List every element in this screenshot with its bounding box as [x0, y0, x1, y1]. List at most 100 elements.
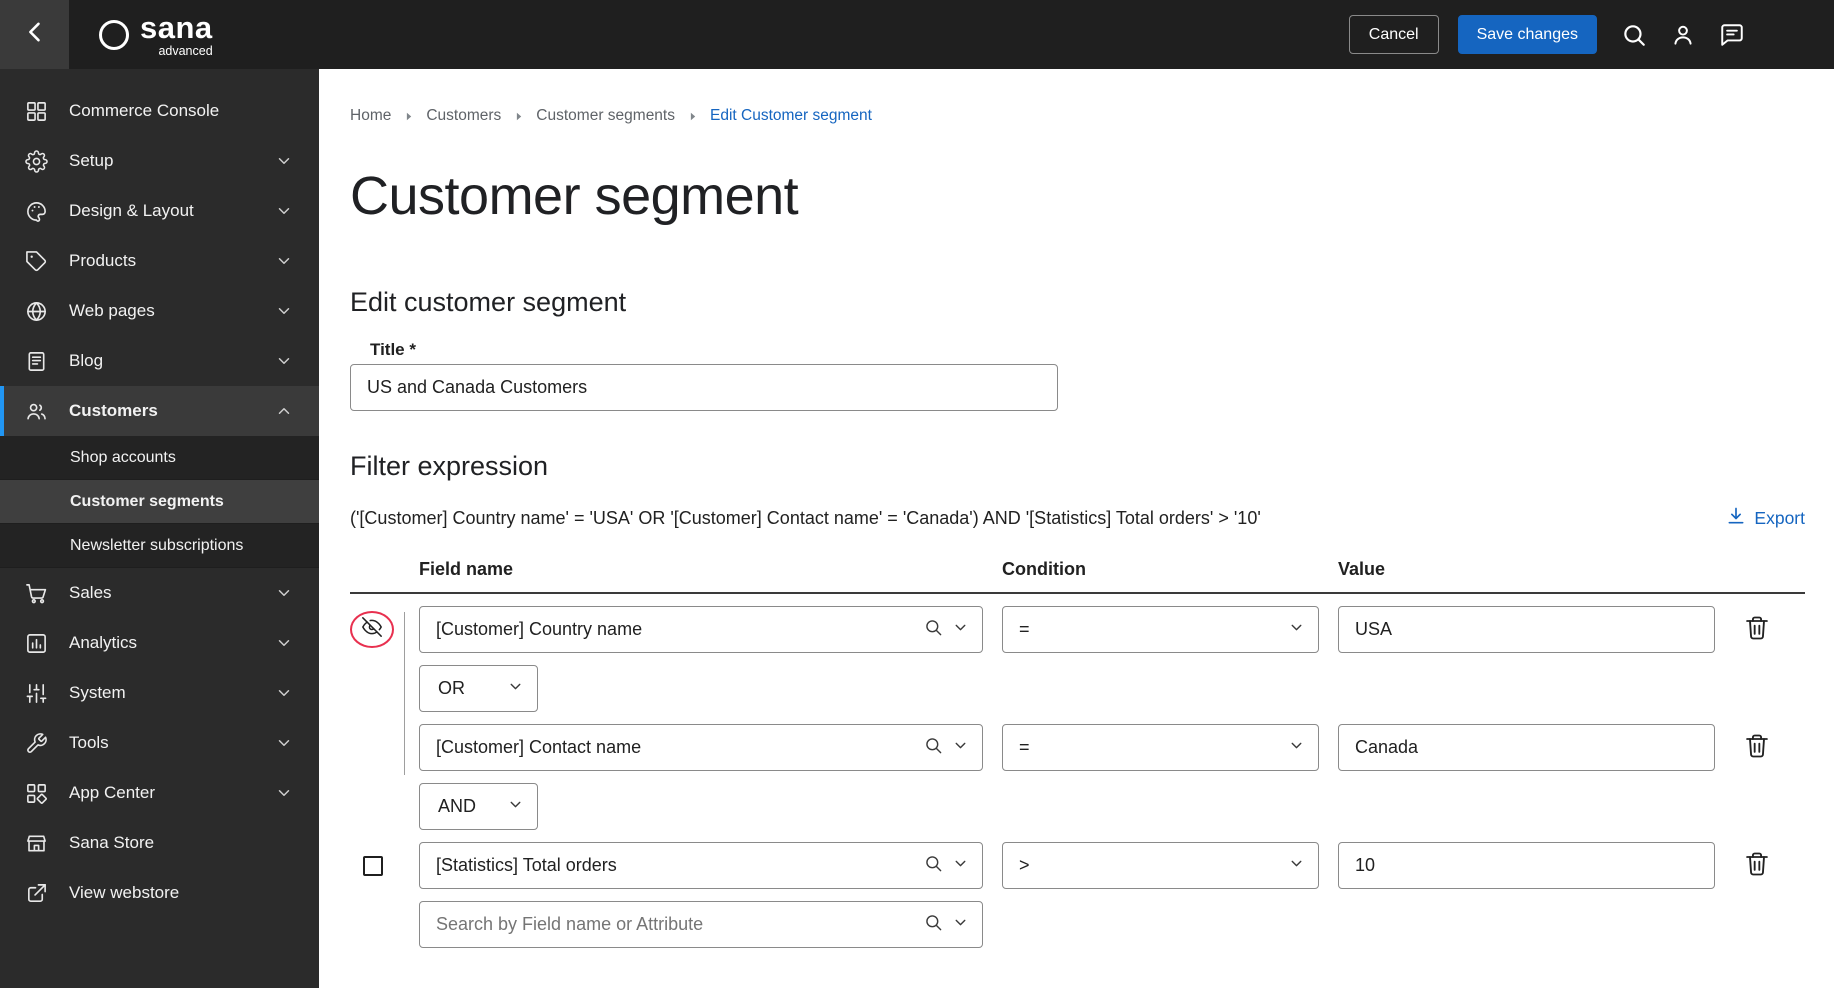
chevron-right-icon [512, 110, 525, 123]
annotation-circle[interactable] [350, 611, 394, 648]
filter-table-header: Field name Condition Value [350, 559, 1805, 592]
search-icon [924, 854, 943, 878]
column-header-condition: Condition [1002, 559, 1086, 579]
condition-select[interactable]: = [1002, 606, 1319, 653]
sidebar: Commerce Console Setup Design & Layout P… [0, 69, 319, 988]
breadcrumb-home[interactable]: Home [350, 107, 391, 125]
globe-icon [24, 299, 48, 323]
search-icon [924, 736, 943, 760]
title-field-label: Title * [370, 340, 416, 359]
filter-expression-text: ('[Customer] Country name' = 'USA' OR '[… [350, 508, 1261, 528]
sidebar-item-customers[interactable]: Customers [0, 386, 319, 436]
logo-text: sana [140, 9, 213, 45]
sidebar-item-analytics[interactable]: Analytics [0, 618, 319, 668]
edit-section-title: Edit customer segment [350, 287, 627, 317]
value-input[interactable] [1338, 724, 1715, 771]
feedback-chat-icon[interactable] [1707, 10, 1756, 59]
sliders-icon [24, 681, 48, 705]
breadcrumb-edit-customer-segment: Edit Customer segment [710, 107, 872, 124]
chevron-left-icon [21, 18, 49, 51]
chevron-down-icon [952, 737, 969, 759]
sidebar-item-commerce-console[interactable]: Commerce Console [0, 86, 319, 136]
sidebar-item-newsletter-subscriptions[interactable]: Newsletter subscriptions [0, 524, 319, 568]
cart-icon [24, 581, 48, 605]
back-button[interactable] [0, 0, 69, 69]
field-name-select[interactable]: [Customer] Country name [419, 606, 983, 653]
sidebar-item-web-pages[interactable]: Web pages [0, 286, 319, 336]
chevron-right-icon [402, 110, 415, 123]
store-icon [24, 831, 48, 855]
sidebar-item-shop-accounts[interactable]: Shop accounts [0, 436, 319, 480]
filter-section-title: Filter expression [350, 451, 549, 481]
chevron-down-icon [275, 734, 293, 752]
tag-icon [24, 249, 48, 273]
filter-row: [Customer] Country name = [350, 606, 1805, 653]
save-changes-button[interactable]: Save changes [1457, 15, 1597, 54]
delete-row-button[interactable] [1738, 611, 1776, 649]
value-input[interactable] [1338, 606, 1715, 653]
sidebar-item-tools[interactable]: Tools [0, 718, 319, 768]
sidebar-item-sana-store[interactable]: Sana Store [0, 818, 319, 868]
chevron-down-icon [275, 684, 293, 702]
trash-icon [1743, 614, 1771, 645]
column-header-value: Value [1338, 559, 1386, 579]
sidebar-item-app-center[interactable]: App Center [0, 768, 319, 818]
field-name-select[interactable]: [Statistics] Total orders [419, 842, 983, 889]
chevron-down-icon [275, 784, 293, 802]
trash-icon [1743, 732, 1771, 763]
wrench-icon [24, 731, 48, 755]
chevron-right-icon [686, 110, 699, 123]
bar-chart-icon [24, 631, 48, 655]
page-title: Customer segment [350, 166, 799, 226]
external-link-icon [24, 881, 48, 905]
sidebar-item-design-layout[interactable]: Design & Layout [0, 186, 319, 236]
value-input[interactable] [1338, 842, 1715, 889]
group-operator-select[interactable]: OR [419, 665, 538, 712]
search-icon [924, 913, 943, 937]
sidebar-item-products[interactable]: Products [0, 236, 319, 286]
chevron-down-icon [275, 202, 293, 220]
logo-subtext: advanced [158, 43, 213, 58]
field-search-select[interactable]: Search by Field name or Attribute [419, 901, 983, 948]
header-divider [350, 592, 1805, 594]
field-name-select[interactable]: [Customer] Contact name [419, 724, 983, 771]
chevron-down-icon [507, 796, 524, 818]
title-input[interactable] [350, 364, 1058, 411]
export-link[interactable]: Export [1726, 506, 1805, 531]
sana-logo: sana advanced [99, 12, 213, 58]
dashboard-grid-icon [24, 99, 48, 123]
row-checkbox[interactable] [363, 855, 383, 876]
sidebar-item-setup[interactable]: Setup [0, 136, 319, 186]
condition-select[interactable]: = [1002, 724, 1319, 771]
chevron-down-icon [275, 352, 293, 370]
breadcrumb-customers[interactable]: Customers [426, 107, 501, 125]
filter-expression-table: Field name Condition Value [Customer] Co… [350, 559, 1805, 948]
delete-row-button[interactable] [1738, 847, 1776, 885]
chevron-down-icon [275, 584, 293, 602]
condition-group: [Customer] Country name = USA OR [Custom… [350, 606, 1805, 775]
palette-icon [24, 199, 48, 223]
search-icon[interactable] [1609, 10, 1658, 59]
cancel-button[interactable]: Cancel [1348, 15, 1439, 54]
chevron-down-icon [952, 914, 969, 936]
condition-select[interactable]: > [1002, 842, 1319, 889]
gear-icon [24, 149, 48, 173]
sidebar-item-customer-segments[interactable]: Customer segments [0, 480, 319, 524]
app-grid-icon [24, 781, 48, 805]
sidebar-item-blog[interactable]: Blog [0, 336, 319, 386]
breadcrumb: Home Customers Customer segments Edit Cu… [350, 107, 1834, 125]
main-content: Home Customers Customer segments Edit Cu… [319, 69, 1834, 988]
breadcrumb-customer-segments[interactable]: Customer segments [536, 107, 675, 125]
chevron-down-icon [275, 634, 293, 652]
user-account-icon[interactable] [1658, 10, 1707, 59]
sidebar-item-system[interactable]: System [0, 668, 319, 718]
sidebar-item-sales[interactable]: Sales [0, 568, 319, 618]
delete-row-button[interactable] [1738, 729, 1776, 767]
sidebar-item-view-webstore[interactable]: View webstore [0, 868, 319, 918]
search-icon [924, 618, 943, 642]
root-operator-select[interactable]: AND [419, 783, 538, 830]
trash-icon [1743, 850, 1771, 881]
add-condition-row: Search by Field name or Attribute [350, 901, 1805, 948]
chevron-up-icon [275, 402, 293, 420]
chevron-down-icon [1288, 855, 1305, 877]
